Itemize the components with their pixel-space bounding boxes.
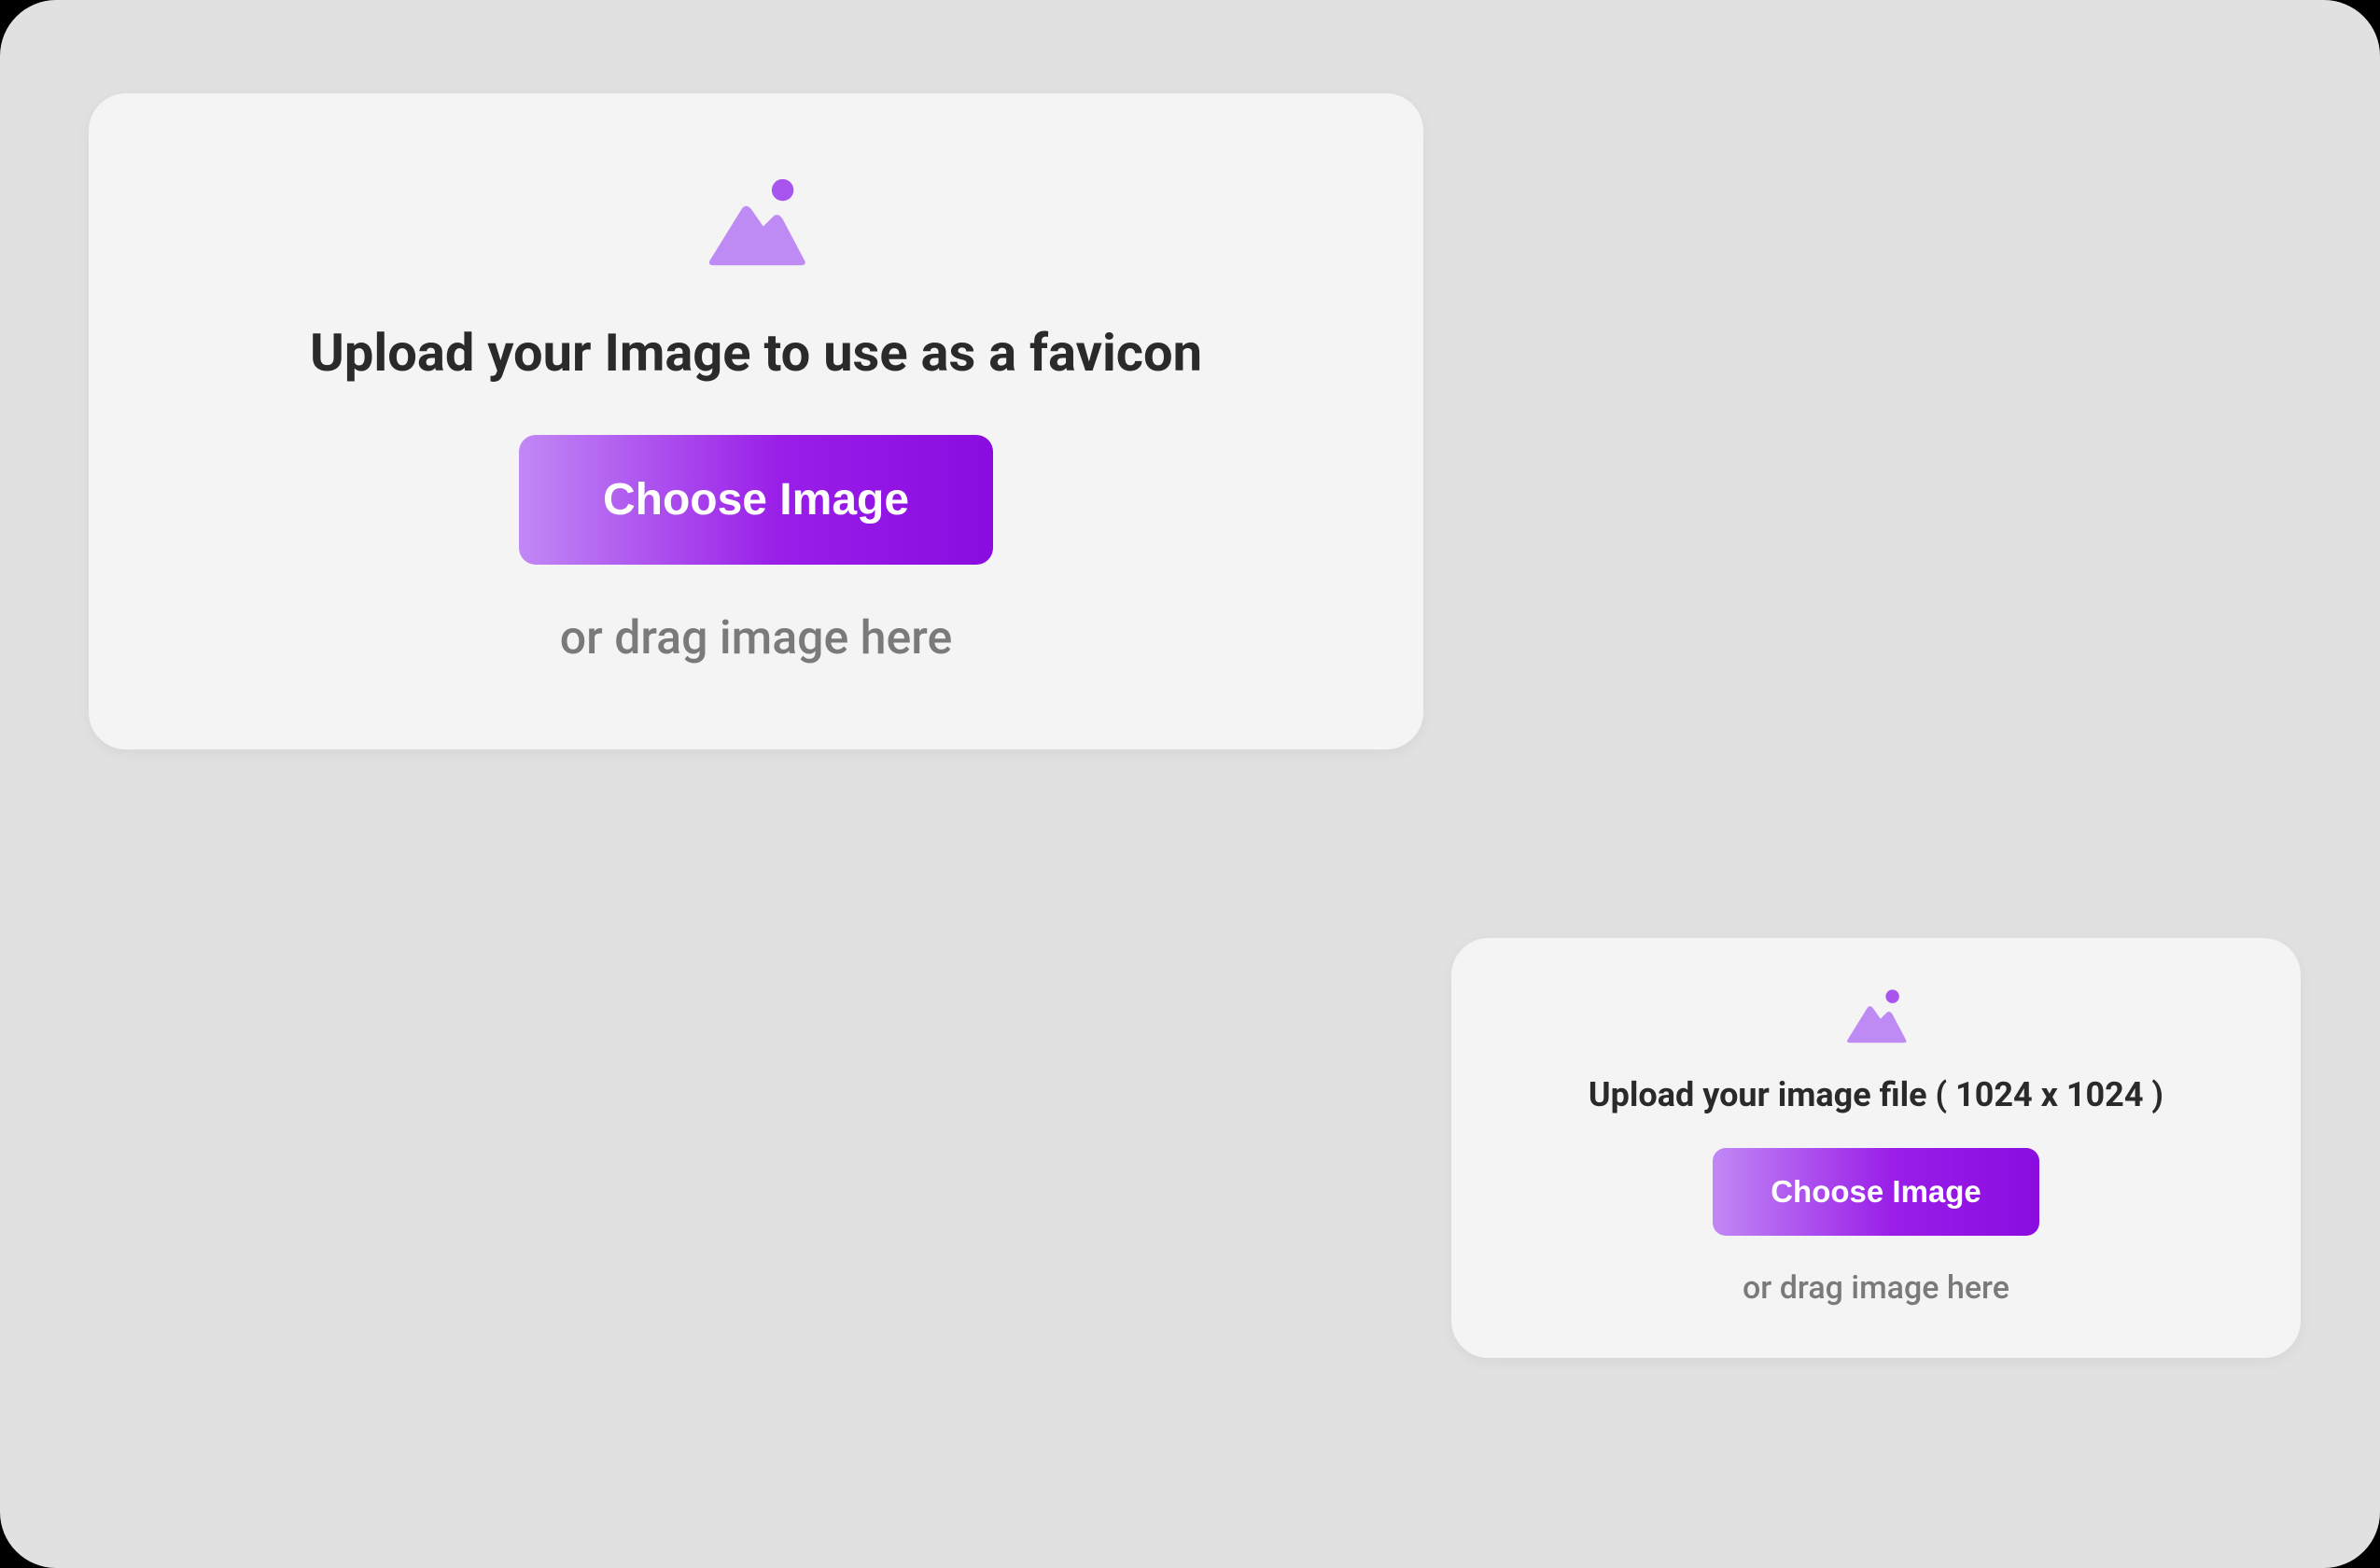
choose-image-button[interactable]: Choose Image (1713, 1148, 2039, 1236)
drag-hint: or drag image here (560, 611, 953, 665)
image-icon (1839, 980, 1913, 1055)
upload-card-image-file[interactable]: Upload your image file ( 1024 x 1024 ) C… (1451, 938, 2301, 1358)
canvas: Upload your Image to use as a favicon Ch… (0, 0, 2380, 1568)
upload-title: Upload your image file ( 1024 x 1024 ) (1589, 1075, 2163, 1114)
image-icon (695, 163, 817, 285)
upload-title: Upload your Image to use as a favicon (310, 322, 1202, 384)
upload-card-favicon[interactable]: Upload your Image to use as a favicon Ch… (89, 93, 1423, 749)
drag-hint: or drag image here (1743, 1269, 2009, 1307)
choose-image-button[interactable]: Choose Image (519, 435, 993, 565)
